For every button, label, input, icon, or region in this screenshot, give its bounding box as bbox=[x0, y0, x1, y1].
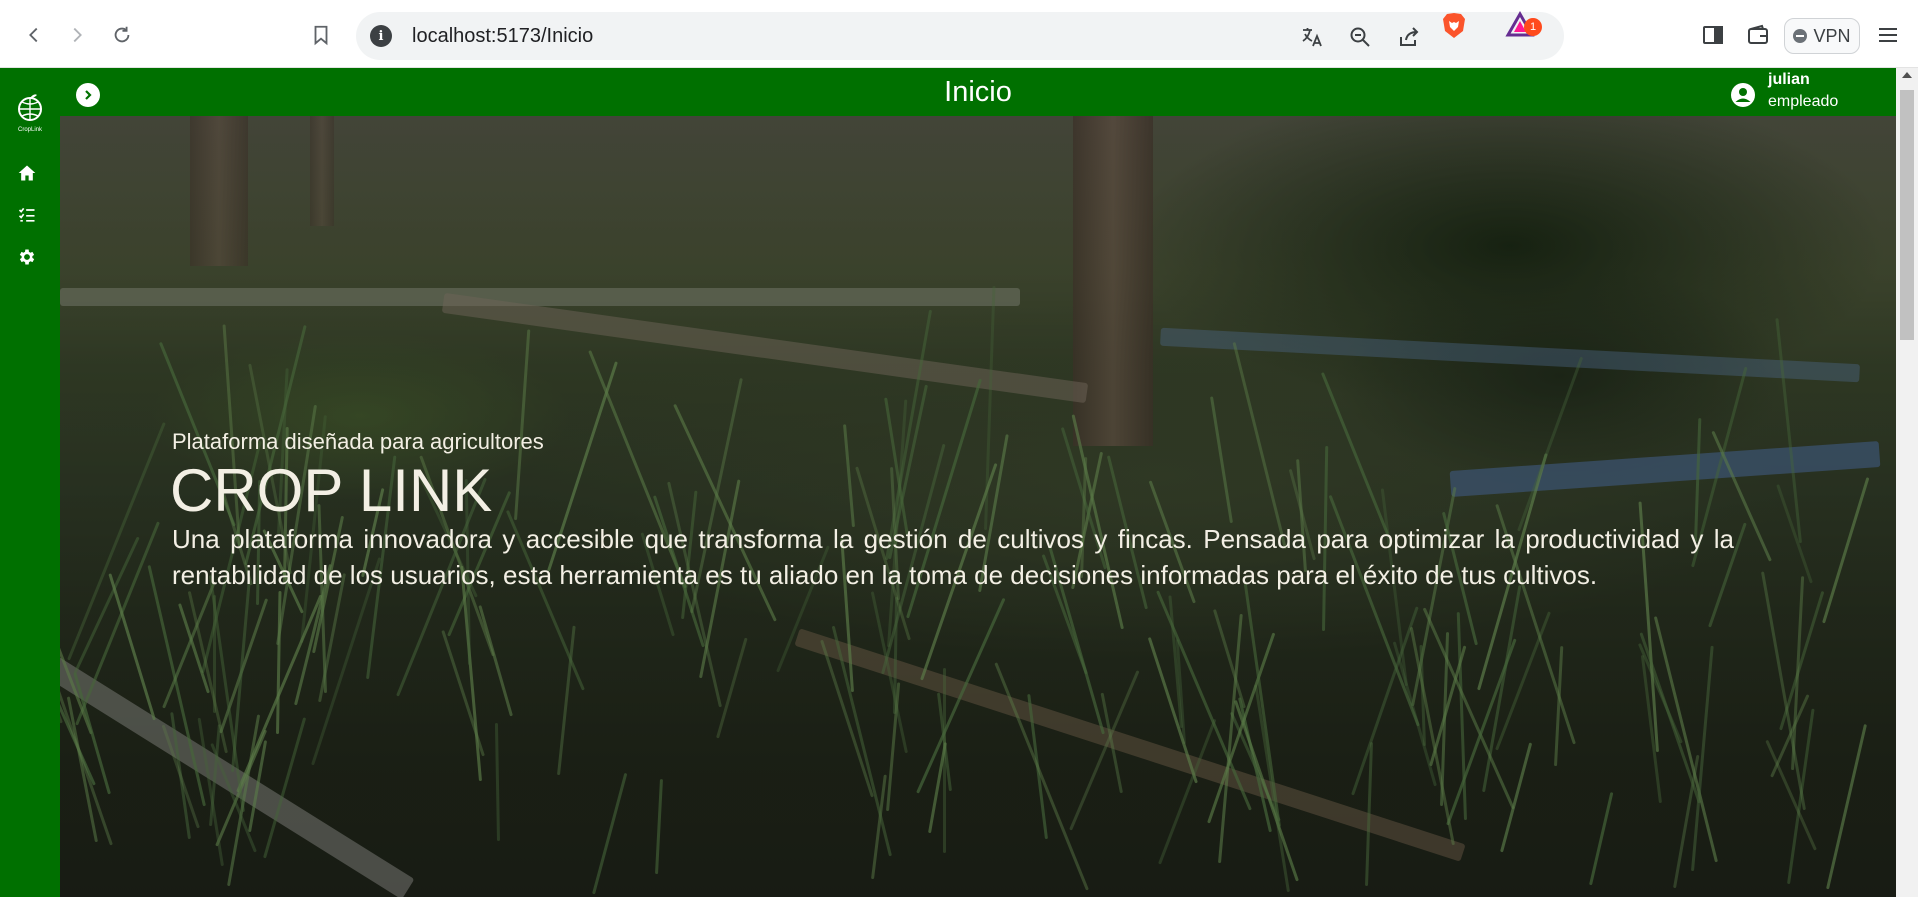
sidebar-item-settings[interactable] bbox=[16, 246, 38, 268]
onion-leaf bbox=[1422, 607, 1515, 810]
onion-leaf bbox=[1589, 792, 1614, 886]
bookmark-button[interactable] bbox=[304, 18, 338, 52]
back-arrow-icon bbox=[29, 27, 38, 43]
forward-arrow-icon bbox=[73, 27, 82, 43]
onion-leaf bbox=[716, 637, 748, 739]
onion-leaf bbox=[494, 722, 500, 842]
user-role: empleado bbox=[1768, 93, 1839, 110]
logo-text: CropLink bbox=[18, 127, 43, 133]
garden-bed bbox=[1449, 441, 1881, 497]
hero-subtitle: Plataforma diseñada para agricultores bbox=[172, 429, 544, 454]
checklist-icon bbox=[18, 207, 35, 222]
onion-leaf bbox=[478, 605, 513, 717]
user-avatar-icon[interactable] bbox=[1730, 82, 1756, 108]
onion-leaf bbox=[441, 629, 485, 757]
onion-leaf bbox=[994, 662, 1089, 891]
gear-icon bbox=[19, 249, 35, 265]
tree-trunk bbox=[310, 116, 334, 226]
onion-leaf bbox=[1500, 742, 1533, 853]
onion-leaf bbox=[514, 329, 531, 521]
vpn-button[interactable]: VPN bbox=[1784, 18, 1860, 54]
onion-leaf bbox=[1775, 318, 1802, 544]
browser-toolbar: i localhost:5173/Inicio 1 VPN bbox=[0, 0, 1918, 68]
onion-leaf bbox=[1158, 718, 1217, 865]
onion-leaf bbox=[1822, 477, 1870, 624]
onion-leaf bbox=[1320, 372, 1389, 535]
page-scrollbar[interactable] bbox=[1896, 68, 1918, 897]
top-header: Inicio julian empleado bbox=[60, 68, 1896, 116]
sidebar-item-home[interactable] bbox=[16, 162, 38, 184]
vpn-label: VPN bbox=[1813, 25, 1851, 46]
onion-leaf bbox=[276, 590, 282, 735]
zoom-out-icon[interactable] bbox=[1345, 22, 1375, 52]
sidebar-item-tasks[interactable] bbox=[16, 204, 38, 226]
brave-shields-icon[interactable] bbox=[1439, 10, 1469, 40]
garden-bed bbox=[1160, 327, 1860, 383]
page-title: Inicio bbox=[944, 76, 1012, 108]
onion-leaf bbox=[1209, 396, 1233, 524]
home-icon bbox=[18, 165, 36, 181]
user-name: julian bbox=[1768, 71, 1810, 88]
sidebar-toggle-icon[interactable] bbox=[1698, 20, 1728, 50]
onion-leaf bbox=[1232, 341, 1287, 550]
reload-button[interactable] bbox=[105, 18, 139, 52]
site-info-icon[interactable]: i bbox=[370, 25, 392, 47]
onion-leaf bbox=[66, 696, 98, 843]
onion-leaf bbox=[655, 779, 663, 875]
forward-button[interactable] bbox=[60, 18, 94, 52]
hero-section: Plataforma diseñada para agricultores CR… bbox=[60, 116, 1896, 897]
share-icon[interactable] bbox=[1394, 22, 1424, 52]
garden-bed bbox=[60, 288, 1020, 306]
hero-description: Una plataforma innovadora y accesible qu… bbox=[172, 524, 1734, 590]
app-root: CropLink Inicio julian empleado Platafor… bbox=[0, 68, 1918, 897]
reload-icon bbox=[114, 26, 130, 43]
onion-leaf bbox=[592, 772, 628, 895]
onion-leaf bbox=[1482, 584, 1522, 793]
hero-title: CROP LINK bbox=[170, 457, 493, 524]
address-bar[interactable]: i localhost:5173/Inicio bbox=[356, 12, 1564, 60]
tree-trunk bbox=[190, 116, 248, 266]
sidebar: CropLink bbox=[0, 68, 60, 897]
translate-icon[interactable] bbox=[1297, 22, 1327, 52]
onion-leaf bbox=[1392, 641, 1437, 787]
back-button[interactable] bbox=[17, 18, 51, 52]
onion-leaf bbox=[843, 424, 855, 528]
url-text[interactable]: localhost:5173/Inicio bbox=[412, 25, 593, 48]
vpn-status-icon bbox=[1793, 29, 1808, 43]
croplink-logo: CropLink bbox=[18, 94, 43, 133]
wallet-icon[interactable] bbox=[1743, 20, 1773, 50]
rewards-count-badge: 1 bbox=[1524, 18, 1542, 36]
onion-leaf bbox=[1517, 356, 1584, 532]
scroll-up-arrow-icon[interactable] bbox=[1902, 72, 1912, 78]
bookmark-icon bbox=[314, 25, 328, 46]
onion-leaf bbox=[1826, 723, 1867, 890]
scroll-thumb[interactable] bbox=[1900, 90, 1914, 340]
menu-icon[interactable] bbox=[1873, 20, 1903, 50]
